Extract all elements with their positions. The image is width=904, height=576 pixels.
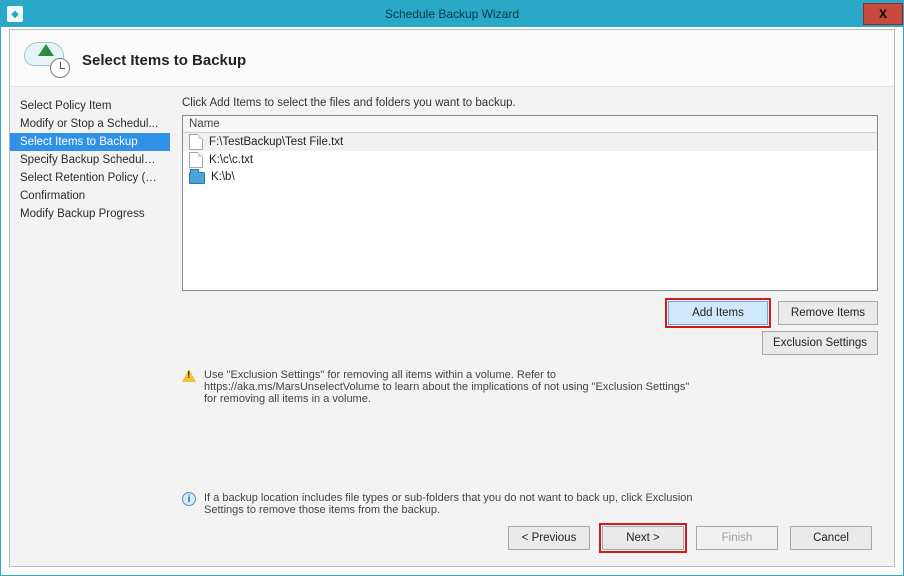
- warning-note: Use "Exclusion Settings" for removing al…: [182, 369, 702, 405]
- info-icon: i: [182, 492, 196, 506]
- sidebar-step-progress[interactable]: Modify Backup Progress: [10, 205, 170, 223]
- window-title: Schedule Backup Wizard: [1, 7, 903, 21]
- remove-items-button[interactable]: Remove Items: [778, 301, 878, 325]
- finish-button: Finish: [696, 526, 778, 550]
- wizard-footer: < Previous Next > Finish Cancel: [182, 516, 878, 556]
- previous-button[interactable]: < Previous: [508, 526, 590, 550]
- list-item[interactable]: F:\TestBackup\Test File.txt: [183, 133, 877, 151]
- wizard-header: Select Items to Backup: [10, 30, 894, 87]
- list-column-name[interactable]: Name: [183, 116, 877, 133]
- next-button[interactable]: Next >: [602, 526, 684, 550]
- titlebar[interactable]: ◆ Schedule Backup Wizard X: [1, 1, 903, 27]
- wizard-inner: Select Items to Backup Select Policy Ite…: [9, 29, 895, 567]
- item-buttons-row: Add Items Remove Items: [182, 301, 878, 325]
- list-item-label: F:\TestBackup\Test File.txt: [209, 136, 343, 148]
- info-text: If a backup location includes file types…: [204, 492, 702, 516]
- list-item[interactable]: K:\c\c.txt: [183, 151, 877, 169]
- main-panel: Click Add Items to select the files and …: [170, 87, 894, 566]
- file-icon: [189, 134, 203, 150]
- list-item-label: K:\c\c.txt: [209, 154, 253, 166]
- client-area: Select Items to Backup Select Policy Ite…: [1, 27, 903, 575]
- list-item[interactable]: K:\b\: [183, 169, 877, 185]
- exclusion-settings-button[interactable]: Exclusion Settings: [762, 331, 878, 355]
- warning-text: Use "Exclusion Settings" for removing al…: [204, 369, 702, 405]
- sidebar-step-retention[interactable]: Select Retention Policy (F...: [10, 169, 170, 187]
- sidebar-step-modify-stop[interactable]: Modify or Stop a Schedul...: [10, 115, 170, 133]
- add-items-button[interactable]: Add Items: [668, 301, 768, 325]
- backup-cloud-icon: [24, 42, 70, 78]
- folder-icon: [189, 172, 205, 184]
- page-title: Select Items to Backup: [82, 52, 246, 69]
- list-rows: F:\TestBackup\Test File.txt K:\c\c.txt K…: [183, 133, 877, 290]
- warning-icon: [182, 369, 196, 383]
- sidebar-step-confirmation[interactable]: Confirmation: [10, 187, 170, 205]
- sidebar-step-specify-schedule[interactable]: Specify Backup Schedule ...: [10, 151, 170, 169]
- info-note: i If a backup location includes file typ…: [182, 492, 702, 516]
- wizard-steps-sidebar: Select Policy Item Modify or Stop a Sche…: [10, 87, 170, 566]
- instruction-text: Click Add Items to select the files and …: [182, 97, 878, 109]
- wizard-window: ◆ Schedule Backup Wizard X Select Items …: [0, 0, 904, 576]
- file-icon: [189, 152, 203, 168]
- items-listbox[interactable]: Name F:\TestBackup\Test File.txt K:\c\c.…: [182, 115, 878, 291]
- cancel-button[interactable]: Cancel: [790, 526, 872, 550]
- list-item-label: K:\b\: [211, 171, 235, 183]
- wizard-body: Select Policy Item Modify or Stop a Sche…: [10, 87, 894, 566]
- sidebar-step-select-policy[interactable]: Select Policy Item: [10, 97, 170, 115]
- sidebar-step-select-items[interactable]: Select Items to Backup: [10, 133, 170, 151]
- exclusion-row: Exclusion Settings: [182, 331, 878, 355]
